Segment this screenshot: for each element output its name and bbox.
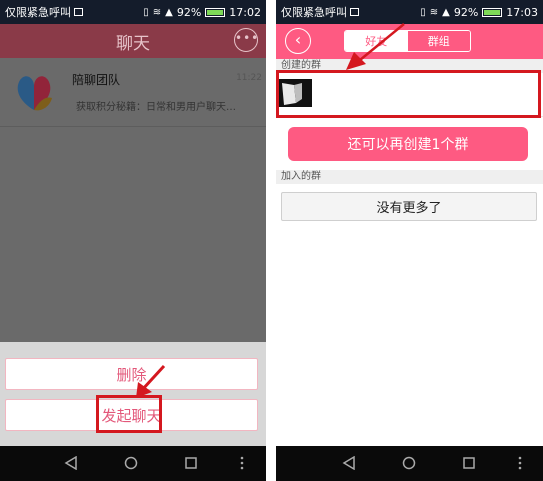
team-logo-icon — [17, 76, 52, 111]
joined-groups-label: 加入的群 — [276, 170, 543, 184]
recents-square-icon[interactable] — [462, 456, 476, 470]
status-bar: 仅限紧急呼叫 ▯ ≋ ▲ 92% 17:02 — [0, 0, 266, 24]
highlight-box — [276, 70, 541, 118]
wifi-icon: ≋ — [152, 6, 162, 18]
chat-preview: 获取积分秘籍：日常和男用户聊天… — [76, 102, 236, 113]
recents-square-icon[interactable] — [184, 456, 198, 470]
divider — [0, 126, 266, 127]
carrier-text: 仅限紧急呼叫 — [5, 6, 71, 19]
list-item[interactable]: 陪聊团队 11:22 获取积分秘籍：日常和男用户聊天… — [0, 64, 266, 127]
pointer-arrow-icon — [136, 364, 166, 398]
battery-percent: 92% — [453, 5, 479, 19]
clock: 17:02 — [229, 5, 261, 19]
create-group-button[interactable]: 还可以再创建1个群 — [288, 127, 528, 161]
chat-time: 11:22 — [236, 73, 262, 83]
right-phone-screen: 仅限紧急呼叫 ▯ ≋ ▲ 92% 17:03 ‹ 好友 群组 创建的群 还可以再… — [276, 0, 543, 481]
status-bar: 仅限紧急呼叫 ▯ ≋ ▲ 92% 17:03 — [276, 0, 543, 24]
vibrate-icon: ▯ — [420, 6, 426, 18]
vibrate-icon: ▯ — [143, 6, 149, 18]
battery-icon — [205, 7, 226, 17]
carrier-text: 仅限紧急呼叫 — [281, 6, 347, 19]
menu-dots-icon[interactable] — [239, 456, 245, 470]
nav-bar — [276, 446, 543, 481]
battery-percent: 92% — [176, 5, 202, 19]
no-more-label: 没有更多了 — [281, 192, 537, 221]
chat-name: 陪聊团队 — [72, 73, 121, 87]
sim-icon — [74, 8, 83, 16]
home-circle-icon[interactable] — [124, 456, 138, 470]
chat-list: 陪聊团队 11:22 获取积分秘籍：日常和男用户聊天… — [0, 58, 266, 342]
tab-groups[interactable]: 群组 — [407, 31, 470, 51]
home-circle-icon[interactable] — [402, 456, 416, 470]
back-triangle-icon[interactable] — [342, 456, 356, 470]
ellipsis-circle-icon[interactable]: ••• — [234, 28, 258, 52]
chevron-left-circle-icon[interactable]: ‹ — [285, 28, 311, 54]
sim-icon — [350, 8, 359, 16]
page-title: 聊天 — [116, 33, 150, 54]
action-sheet: 删除 发起聊天 — [0, 342, 266, 446]
left-phone-screen: 仅限紧急呼叫 ▯ ≋ ▲ 92% 17:02 聊天 ••• 陪聊团队 11:22… — [0, 0, 266, 481]
signal-icon: ▲ — [442, 6, 450, 18]
chat-header: 聊天 ••• — [0, 24, 266, 58]
pointer-arrow-icon — [346, 23, 405, 70]
clock: 17:03 — [506, 5, 538, 19]
signal-icon: ▲ — [165, 6, 173, 18]
battery-icon — [482, 7, 503, 17]
menu-dots-icon[interactable] — [517, 456, 523, 470]
nav-bar — [0, 446, 266, 481]
back-triangle-icon[interactable] — [64, 456, 78, 470]
wifi-icon: ≋ — [429, 6, 439, 18]
